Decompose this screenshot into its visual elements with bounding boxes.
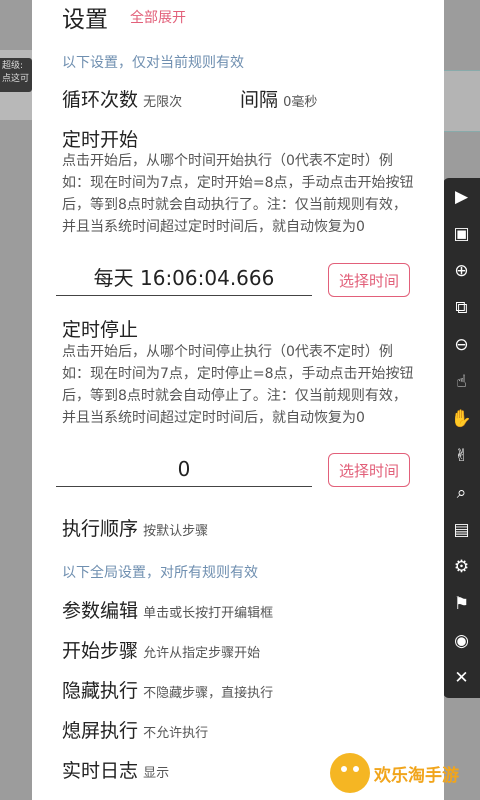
chip-text-2: 点这可 [2,74,30,84]
swipe-icon[interactable]: ✌ [443,437,480,474]
realtime-log-row[interactable]: 实时日志 显示 [62,756,169,783]
background-chip: 超级: 点这可 [0,58,32,92]
start-step-label: 开始步骤 [62,640,139,662]
start-step-value: 允许从指定步骤开始 [143,646,261,661]
param-edit-label: 参数编辑 [62,600,139,622]
section-global: 以下全局设置，对所有规则有效 [62,565,258,581]
camera-icon[interactable]: ▣ [443,215,480,252]
copy-icon[interactable]: ⧉ [443,289,480,326]
timer-stop-label: 定时停止 [62,319,139,341]
realtime-log-value: 显示 [143,766,170,781]
timer-start-desc: 点击开始后，从哪个时间开始执行（0代表不定时）例如：现在时间为7点，定时开始=8… [62,153,414,235]
hide-exec-row[interactable]: 隐藏执行 不隐藏步骤，直接执行 [62,676,273,703]
loop-count-value: 无限次 [143,95,183,110]
timer-start-select-button[interactable]: 选择时间 [328,263,410,297]
interval-value: 0毫秒 [283,95,318,110]
param-edit-value: 单击或长按打开编辑框 [143,606,274,621]
screen-off-label: 熄屏执行 [62,720,139,742]
section-current-rule: 以下设置，仅对当前规则有效 [62,55,244,71]
exec-order-value: 按默认步骤 [143,524,209,539]
flag-icon[interactable]: ⚑ [443,585,480,622]
param-edit-row[interactable]: 参数编辑 单击或长按打开编辑框 [62,596,273,623]
watermark-text: 欢乐淘手游 [374,765,459,786]
play-icon[interactable]: ▶ [443,178,480,215]
timer-stop-desc: 点击开始后，从哪个时间停止执行（0代表不定时）例如：现在时间为7点，定时停止=8… [62,344,414,426]
exec-order-label: 执行顺序 [62,518,139,540]
eye-icon[interactable]: ◉ [443,622,480,659]
dialog-title: 设置 [62,7,108,33]
settings-dialog: 设置 全部展开 以下设置，仅对当前规则有效 循环次数 无限次 间隔 0毫秒 定时… [32,0,444,800]
interval-row[interactable]: 间隔 0毫秒 [240,85,317,112]
floating-toolbar: ▶ ▣ ⊕ ⧉ ⊖ ☝ ✋ ✌ ⌕ ▤ ⚙ ⚑ ◉ ✕ [443,178,480,698]
interval-label: 间隔 [240,89,279,111]
realtime-log-label: 实时日志 [62,760,139,782]
screen-off-row[interactable]: 熄屏执行 不允许执行 [62,716,208,743]
search-icon[interactable]: ⌕ [443,474,480,511]
timer-stop-value[interactable]: 0 [56,454,312,487]
start-step-row[interactable]: 开始步骤 允许从指定步骤开始 [62,636,260,663]
close-icon[interactable]: ✕ [443,659,480,696]
timer-stop-select-button[interactable]: 选择时间 [328,453,410,487]
tap-icon[interactable]: ☝ [443,363,480,400]
exec-order-row[interactable]: 执行顺序 按默认步骤 [62,514,208,541]
doc-icon[interactable]: ▤ [443,511,480,548]
loop-count-label: 循环次数 [62,89,139,111]
timer-start-value[interactable]: 每天 16:06:04.666 [56,263,312,296]
long-press-icon[interactable]: ✋ [443,400,480,437]
watermark: 欢乐淘手游 [330,753,459,793]
plus-icon[interactable]: ⊕ [443,252,480,289]
chip-text-1: 超级: [2,61,24,71]
hide-exec-label: 隐藏执行 [62,680,139,702]
background-panel [440,70,480,132]
minus-icon[interactable]: ⊖ [443,326,480,363]
timer-start-label: 定时开始 [62,129,139,151]
watermark-logo-icon [330,753,370,793]
expand-all-link[interactable]: 全部展开 [130,7,186,27]
screen-off-value: 不允许执行 [143,726,209,741]
hide-exec-value: 不隐藏步骤，直接执行 [143,686,274,701]
gear-icon[interactable]: ⚙ [443,548,480,585]
loop-count-row[interactable]: 循环次数 无限次 [62,85,182,112]
